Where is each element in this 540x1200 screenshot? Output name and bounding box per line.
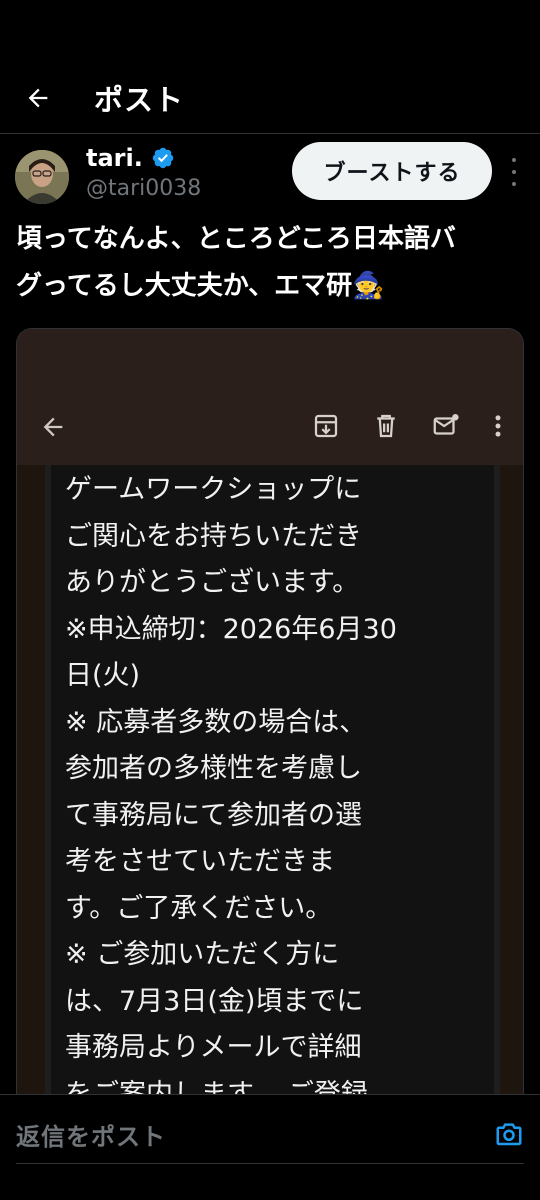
avatar[interactable] [15,150,69,204]
mail-text: ゲームワークショップに ご関心をお持ちいただき ありがとうございます。 ※申込締… [65,474,397,1108]
camera-icon[interactable] [494,1119,524,1149]
more-icon [495,415,501,437]
back-arrow-icon [28,88,48,107]
media-mail-toolbar [17,329,523,465]
mail-margin-right [500,465,523,1108]
mail-unread-icon [433,414,459,435]
reply-bar: 返信をポスト [0,1094,540,1200]
back-button[interactable] [20,80,56,116]
post-media[interactable]: ゲームワークショップに ご関心をお持ちいただき ありがとうございます。 ※申込締… [16,328,524,1108]
author-name-row[interactable]: tari. [86,144,175,172]
post-text: 頃ってなんよ、ところどころ日本語バ グってるし大丈夫か、エマ研🧙 [16,224,456,301]
mail-margin-left [17,465,45,1108]
more-icon[interactable] [502,158,526,186]
boost-button[interactable]: ブーストする [292,142,492,200]
author-name: tari. [86,144,143,172]
page-title: ポスト [94,82,185,117]
post-author: tari. @tari0038 ブーストする [0,140,540,210]
reply-divider [16,1163,524,1164]
verified-badge-icon [152,147,174,169]
reply-input[interactable]: 返信をポスト [16,1117,166,1152]
trash-icon [377,414,395,438]
archive-icon [314,414,338,438]
back-arrow-icon [43,417,63,437]
author-handle[interactable]: @tari0038 [86,176,201,201]
top-app-bar: ポスト [0,62,540,134]
